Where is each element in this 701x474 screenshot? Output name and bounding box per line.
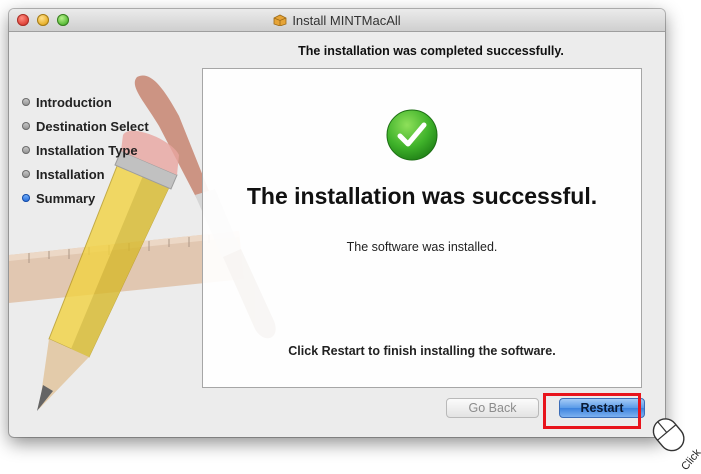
installer-window: Install MINTMacAll The installation was … xyxy=(9,9,665,437)
success-title: The installation was successful. xyxy=(246,183,598,209)
green-checkmark-icon xyxy=(386,109,438,161)
restart-hint: Click Restart to finish installing the s… xyxy=(288,344,556,358)
step-summary: Summary xyxy=(22,186,149,210)
step-label: Destination Select xyxy=(36,118,149,134)
step-bullet-icon xyxy=(22,146,30,154)
click-label: Click xyxy=(679,446,701,472)
step-label: Summary xyxy=(36,190,96,206)
package-icon xyxy=(273,14,287,26)
step-installation-type: Installation Type xyxy=(22,138,149,162)
step-bullet-icon xyxy=(22,98,30,106)
step-destination-select: Destination Select xyxy=(22,114,149,138)
success-subtitle: The software was installed. xyxy=(346,240,498,254)
step-bullet-icon xyxy=(22,170,30,178)
window-title-group: Install MINTMacAll xyxy=(9,9,665,31)
step-label: Installation xyxy=(36,166,105,182)
step-installation: Installation xyxy=(22,162,149,186)
installer-steps-sidebar: Introduction Destination Select Installa… xyxy=(22,90,149,210)
step-label: Installation Type xyxy=(36,142,138,158)
step-label: Introduction xyxy=(36,94,112,110)
title-bar[interactable]: Install MINTMacAll xyxy=(9,9,665,32)
summary-content-panel: The installation was successful. The sof… xyxy=(202,68,642,388)
mouse-click-icon: Click xyxy=(652,418,701,473)
step-bullet-active-icon xyxy=(22,194,30,202)
step-bullet-icon xyxy=(22,122,30,130)
step-introduction: Introduction xyxy=(22,90,149,114)
window-title: Install MINTMacAll xyxy=(292,12,401,28)
go-back-button[interactable]: Go Back xyxy=(446,398,539,418)
page-heading: The installation was completed successfu… xyxy=(298,44,564,58)
restart-highlight-box xyxy=(543,393,641,429)
